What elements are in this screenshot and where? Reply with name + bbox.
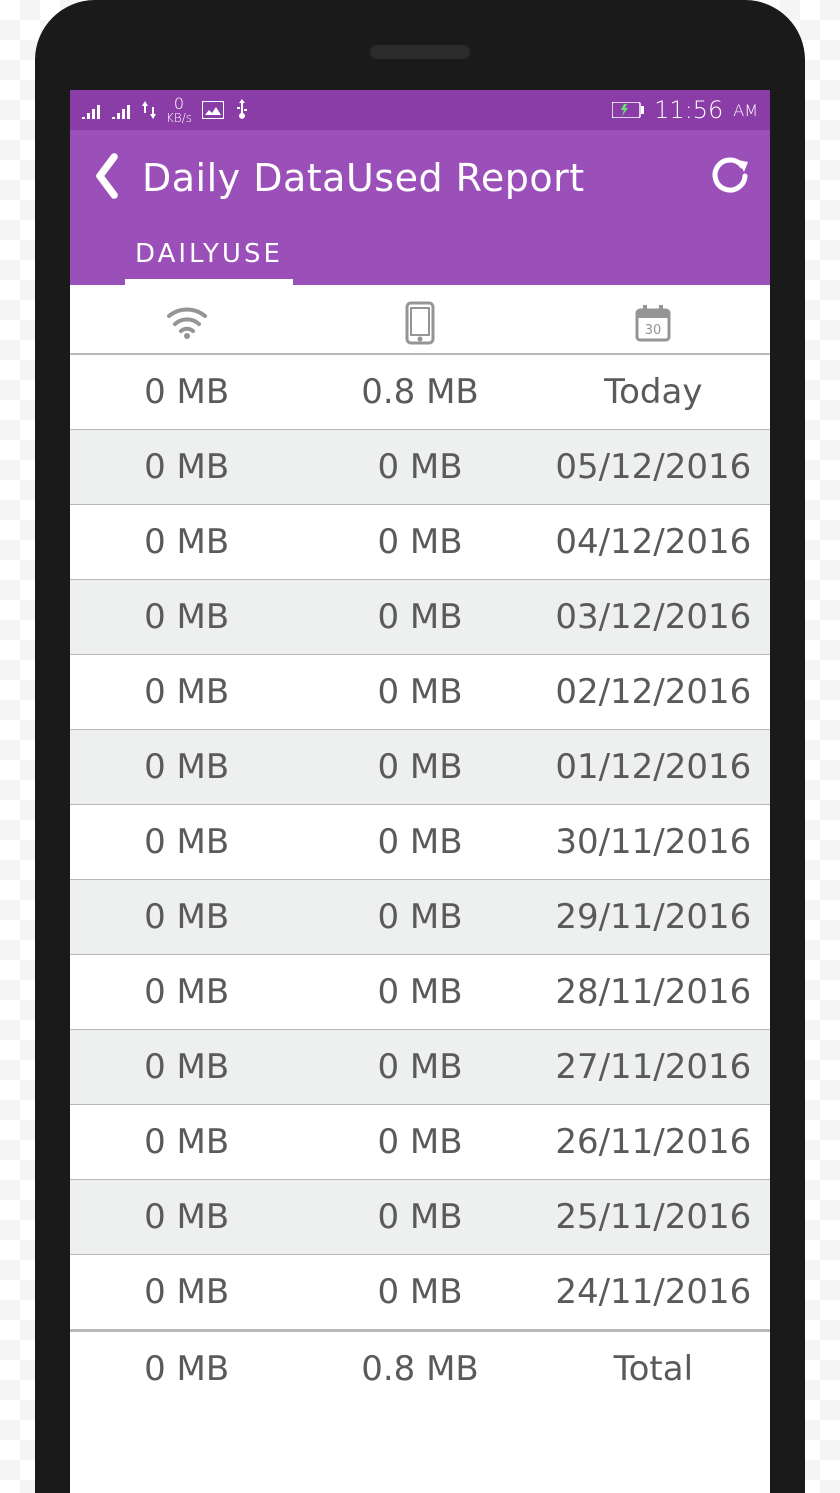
signal-1-icon bbox=[82, 101, 102, 119]
cell-mobile: 0.8 MB bbox=[303, 1349, 536, 1389]
column-date: 30 bbox=[537, 303, 770, 343]
cell-date: Total bbox=[537, 1349, 770, 1389]
cell-date: 01/12/2016 bbox=[537, 747, 770, 787]
table-row: 0 MB0 MB03/12/2016 bbox=[70, 580, 770, 655]
cell-wifi: 0 MB bbox=[70, 1122, 303, 1162]
table-row: 0 MB0 MB26/11/2016 bbox=[70, 1105, 770, 1180]
cell-mobile: 0 MB bbox=[303, 672, 536, 712]
calendar-icon: 30 bbox=[633, 303, 673, 343]
cell-mobile: 0 MB bbox=[303, 1197, 536, 1237]
signal-2-icon bbox=[112, 101, 132, 119]
wifi-icon bbox=[165, 306, 209, 340]
status-right: 11:56 AM bbox=[612, 96, 758, 124]
cell-date: Today bbox=[537, 372, 770, 412]
cell-wifi: 0 MB bbox=[70, 1047, 303, 1087]
cell-date: 27/11/2016 bbox=[537, 1047, 770, 1087]
status-bar: 0 KB/s 11:56 AM bbox=[70, 90, 770, 130]
page-title: Daily DataUsed Report bbox=[142, 156, 692, 200]
column-mobile bbox=[303, 301, 536, 345]
table-row: 0 MB0 MB01/12/2016 bbox=[70, 730, 770, 805]
chevron-left-icon bbox=[90, 152, 124, 200]
cell-mobile: 0 MB bbox=[303, 972, 536, 1012]
cell-date: 04/12/2016 bbox=[537, 522, 770, 562]
cell-mobile: 0 MB bbox=[303, 522, 536, 562]
cell-wifi: 0 MB bbox=[70, 747, 303, 787]
cell-wifi: 0 MB bbox=[70, 597, 303, 637]
column-header-row: 30 bbox=[70, 285, 770, 355]
cell-wifi: 0 MB bbox=[70, 372, 303, 412]
cell-mobile: 0 MB bbox=[303, 822, 536, 862]
cell-wifi: 0 MB bbox=[70, 1272, 303, 1312]
cell-date: 30/11/2016 bbox=[537, 822, 770, 862]
table-row: 0 MB0 MB05/12/2016 bbox=[70, 430, 770, 505]
traffic-arrows-icon bbox=[142, 101, 156, 119]
cell-date: 26/11/2016 bbox=[537, 1122, 770, 1162]
cell-wifi: 0 MB bbox=[70, 822, 303, 862]
table-row: 0 MB0 MB28/11/2016 bbox=[70, 955, 770, 1030]
cell-wifi: 0 MB bbox=[70, 897, 303, 937]
data-table[interactable]: 0 MB0.8 MBToday0 MB0 MB05/12/20160 MB0 M… bbox=[70, 355, 770, 1493]
cell-date: 25/11/2016 bbox=[537, 1197, 770, 1237]
svg-text:30: 30 bbox=[645, 323, 662, 338]
cell-date: 28/11/2016 bbox=[537, 972, 770, 1012]
app-bar: Daily DataUsed Report bbox=[70, 130, 770, 225]
cell-wifi: 0 MB bbox=[70, 1349, 303, 1389]
table-row: 0 MB0 MB30/11/2016 bbox=[70, 805, 770, 880]
cell-date: 24/11/2016 bbox=[537, 1272, 770, 1312]
cell-wifi: 0 MB bbox=[70, 972, 303, 1012]
status-left: 0 KB/s bbox=[82, 96, 250, 124]
refresh-button[interactable] bbox=[710, 156, 750, 200]
cell-mobile: 0 MB bbox=[303, 1272, 536, 1312]
tab-dailyuse[interactable]: DAILYUSE bbox=[125, 239, 293, 285]
mobile-icon bbox=[405, 301, 435, 345]
clock-ampm: AM bbox=[733, 101, 758, 120]
back-button[interactable] bbox=[90, 152, 124, 204]
table-row: 0 MB0 MB24/11/2016 bbox=[70, 1255, 770, 1330]
cell-wifi: 0 MB bbox=[70, 672, 303, 712]
cell-wifi: 0 MB bbox=[70, 522, 303, 562]
cell-mobile: 0.8 MB bbox=[303, 372, 536, 412]
cell-mobile: 0 MB bbox=[303, 747, 536, 787]
table-row: 0 MB0 MB04/12/2016 bbox=[70, 505, 770, 580]
column-wifi bbox=[70, 306, 303, 340]
tab-strip: DAILYUSE bbox=[70, 225, 770, 285]
cell-date: 05/12/2016 bbox=[537, 447, 770, 487]
cell-date: 29/11/2016 bbox=[537, 897, 770, 937]
cell-mobile: 0 MB bbox=[303, 447, 536, 487]
table-row: 0 MB0 MB02/12/2016 bbox=[70, 655, 770, 730]
clock-time: 11:56 bbox=[654, 96, 723, 124]
cell-mobile: 0 MB bbox=[303, 597, 536, 637]
speed-indicator: 0 KB/s bbox=[166, 96, 192, 124]
table-row: 0 MB0.8 MBTotal bbox=[70, 1330, 770, 1405]
table-row: 0 MB0 MB25/11/2016 bbox=[70, 1180, 770, 1255]
image-icon bbox=[202, 101, 224, 119]
screen: 0 KB/s 11:56 AM Daily DataUsed Report bbox=[70, 90, 770, 1493]
cell-wifi: 0 MB bbox=[70, 1197, 303, 1237]
cell-date: 02/12/2016 bbox=[537, 672, 770, 712]
cell-wifi: 0 MB bbox=[70, 447, 303, 487]
table-row: 0 MB0 MB29/11/2016 bbox=[70, 880, 770, 955]
cell-mobile: 0 MB bbox=[303, 897, 536, 937]
tab-dailyuse-label: DAILYUSE bbox=[135, 239, 283, 269]
cell-mobile: 0 MB bbox=[303, 1047, 536, 1087]
refresh-icon bbox=[710, 156, 750, 196]
cell-date: 03/12/2016 bbox=[537, 597, 770, 637]
usb-icon bbox=[234, 99, 250, 121]
cell-mobile: 0 MB bbox=[303, 1122, 536, 1162]
table-row: 0 MB0.8 MBToday bbox=[70, 355, 770, 430]
table-row: 0 MB0 MB27/11/2016 bbox=[70, 1030, 770, 1105]
phone-frame: 0 KB/s 11:56 AM Daily DataUsed Report bbox=[35, 0, 805, 1493]
speed-unit: KB/s bbox=[166, 112, 192, 124]
speed-value: 0 bbox=[174, 96, 184, 112]
battery-icon bbox=[612, 102, 644, 118]
